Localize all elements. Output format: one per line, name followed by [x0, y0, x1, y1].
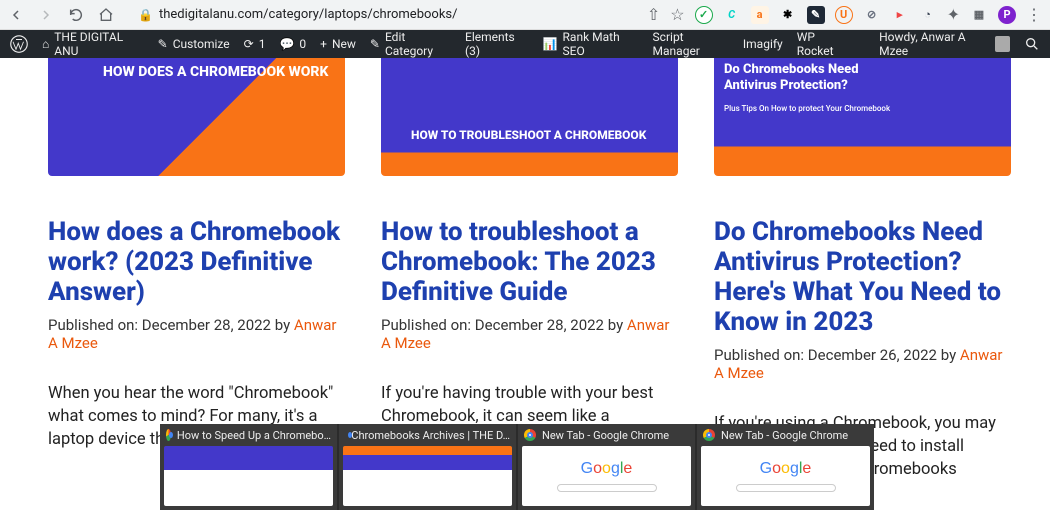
by-label: by — [275, 316, 290, 334]
updates-count: 1 — [259, 37, 266, 51]
by-label: by — [941, 346, 956, 364]
refresh-icon: ⟳ — [244, 37, 254, 51]
customize-link[interactable]: ✎ Customize — [158, 37, 230, 51]
edit-category-label: Edit Category — [385, 30, 451, 58]
rank-math-link[interactable]: 📊 Rank Math SEO — [543, 30, 639, 58]
pencil-icon: ✎ — [370, 37, 380, 51]
howdy-account[interactable]: Howdy, Anwar A Mzee — [879, 30, 1010, 58]
published-label: Published on: — [381, 316, 471, 334]
thumb-subtext: Plus Tips On How to protect Your Chromeb… — [724, 104, 890, 114]
google-logo: Google — [581, 460, 633, 478]
post-title-link[interactable]: How does a Chromebook work? (2023 Defini… — [48, 218, 345, 308]
profile-avatar[interactable]: P — [998, 6, 1016, 24]
address-bar[interactable]: 🔒 thedigitalanu.com/category/laptops/chr… — [138, 7, 457, 22]
window-title: New Tab - Google Chrome — [721, 429, 848, 442]
chrome-icon — [166, 429, 171, 441]
post-date: December 28, 2022 — [475, 316, 604, 334]
post-meta: Published on: December 28, 2022 by Anwar… — [48, 316, 345, 352]
taskbar-window-preview[interactable]: Chromebooks Archives | THE D… — [339, 424, 516, 510]
back-icon[interactable] — [8, 7, 24, 23]
post-excerpt: If you're having trouble with your best … — [381, 382, 678, 428]
window-preview: Google — [701, 446, 870, 506]
url-text: thedigitalanu.com/category/laptops/chrom… — [159, 7, 458, 22]
post-meta: Published on: December 26, 2022 by Anwar… — [714, 346, 1011, 382]
forward-icon[interactable] — [38, 7, 54, 23]
site-name-link[interactable]: ⌂ THE DIGITAL ANU — [42, 30, 144, 58]
post-meta: Published on: December 28, 2022 by Anwar… — [381, 316, 678, 352]
lock-icon: 🔒 — [138, 8, 153, 22]
window-preview — [164, 446, 333, 506]
search-icon[interactable] — [1024, 36, 1040, 52]
extension-icon[interactable]: U — [835, 6, 853, 24]
comments-link[interactable]: 💬 0 — [279, 37, 306, 51]
wp-rocket-link[interactable]: WP Rocket — [797, 30, 851, 58]
share-icon[interactable]: ⇧ — [647, 5, 660, 24]
elements-link[interactable]: Elements (3) — [465, 30, 529, 58]
extension-icon[interactable]: ⊘ — [863, 6, 881, 24]
plus-icon: + — [320, 37, 327, 51]
published-label: Published on: — [48, 316, 138, 334]
extension-icon[interactable]: ✱ — [779, 6, 797, 24]
thumb-text: Do Chromebooks Need Antivirus Protection… — [724, 62, 884, 93]
browser-toolbar: 🔒 thedigitalanu.com/category/laptops/chr… — [0, 0, 1050, 30]
brush-icon: ✎ — [158, 37, 168, 51]
comments-count: 0 — [299, 37, 306, 51]
extension-icon[interactable]: ✓ — [695, 6, 713, 24]
by-label: by — [608, 316, 623, 334]
extension-icon[interactable]: ▦ — [970, 6, 988, 24]
taskbar-window-preview[interactable]: New Tab - Google Chrome Google — [518, 424, 695, 510]
window-preview: Google — [522, 446, 691, 506]
chrome-icon — [524, 429, 536, 441]
taskbar-window-preview[interactable]: New Tab - Google Chrome Google — [697, 424, 874, 510]
published-label: Published on: — [714, 346, 804, 364]
post-thumbnail[interactable]: HOW TO TROUBLESHOOT A CHROMEBOOK — [381, 58, 678, 176]
post-thumbnail[interactable]: Do Chromebooks Need Antivirus Protection… — [714, 58, 1011, 176]
post-date: December 26, 2022 — [808, 346, 937, 364]
home-icon[interactable] — [98, 7, 114, 23]
extension-icon[interactable]: ✎ — [807, 6, 825, 24]
extension-icon[interactable]: C — [723, 6, 741, 24]
wp-logo-icon[interactable] — [10, 35, 28, 53]
chrome-icon — [703, 429, 715, 441]
wp-admin-bar: ⌂ THE DIGITAL ANU ✎ Customize ⟳ 1 💬 0 + … — [0, 30, 1050, 58]
thumb-text: HOW TO TROUBLESHOOT A CHROMEBOOK — [411, 128, 646, 142]
extension-icon[interactable]: a — [751, 6, 769, 24]
post-date: December 28, 2022 — [142, 316, 271, 334]
customize-label: Customize — [173, 37, 230, 51]
taskbar-previews: How to Speed Up a Chromebo… Chromebooks … — [160, 424, 874, 510]
new-content-link[interactable]: + New — [320, 37, 356, 51]
window-title: New Tab - Google Chrome — [542, 429, 669, 442]
site-name-label: THE DIGITAL ANU — [54, 30, 143, 58]
menu-icon[interactable]: ⋮ — [1026, 5, 1042, 24]
post-thumbnail[interactable]: HOW DOES A CHROMEBOOK WORK — [48, 58, 345, 176]
window-title: Chromebooks Archives | THE D… — [351, 429, 510, 442]
comment-icon: 💬 — [279, 37, 294, 51]
script-manager-link[interactable]: Script Manager — [653, 30, 729, 58]
avatar — [995, 36, 1010, 52]
extension-icon[interactable]: ▸ — [891, 6, 909, 24]
taskbar-window-preview[interactable]: How to Speed Up a Chromebo… — [160, 424, 337, 510]
post-title-link[interactable]: How to troubleshoot a Chromebook: The 20… — [381, 218, 678, 308]
google-logo: Google — [760, 460, 812, 478]
chart-icon: 📊 — [543, 37, 558, 51]
extension-icon[interactable]: ◔ — [919, 6, 937, 24]
edit-category-link[interactable]: ✎ Edit Category — [370, 30, 451, 58]
window-title: How to Speed Up a Chromebo… — [177, 429, 331, 442]
updates-link[interactable]: ⟳ 1 — [244, 37, 266, 51]
imagify-link[interactable]: Imagify — [743, 37, 783, 51]
rank-math-label: Rank Math SEO — [563, 30, 639, 58]
new-label: New — [332, 37, 356, 51]
post-title-link[interactable]: Do Chromebooks Need Antivirus Protection… — [714, 218, 1011, 338]
bookmark-icon[interactable]: ☆ — [670, 5, 684, 24]
extensions-menu-icon[interactable]: ✦ — [947, 5, 960, 24]
reload-icon[interactable] — [68, 7, 84, 23]
home-icon: ⌂ — [42, 37, 49, 51]
window-preview — [343, 446, 512, 506]
thumb-text: HOW DOES A CHROMEBOOK WORK — [103, 64, 328, 81]
howdy-label: Howdy, Anwar A Mzee — [879, 30, 990, 58]
